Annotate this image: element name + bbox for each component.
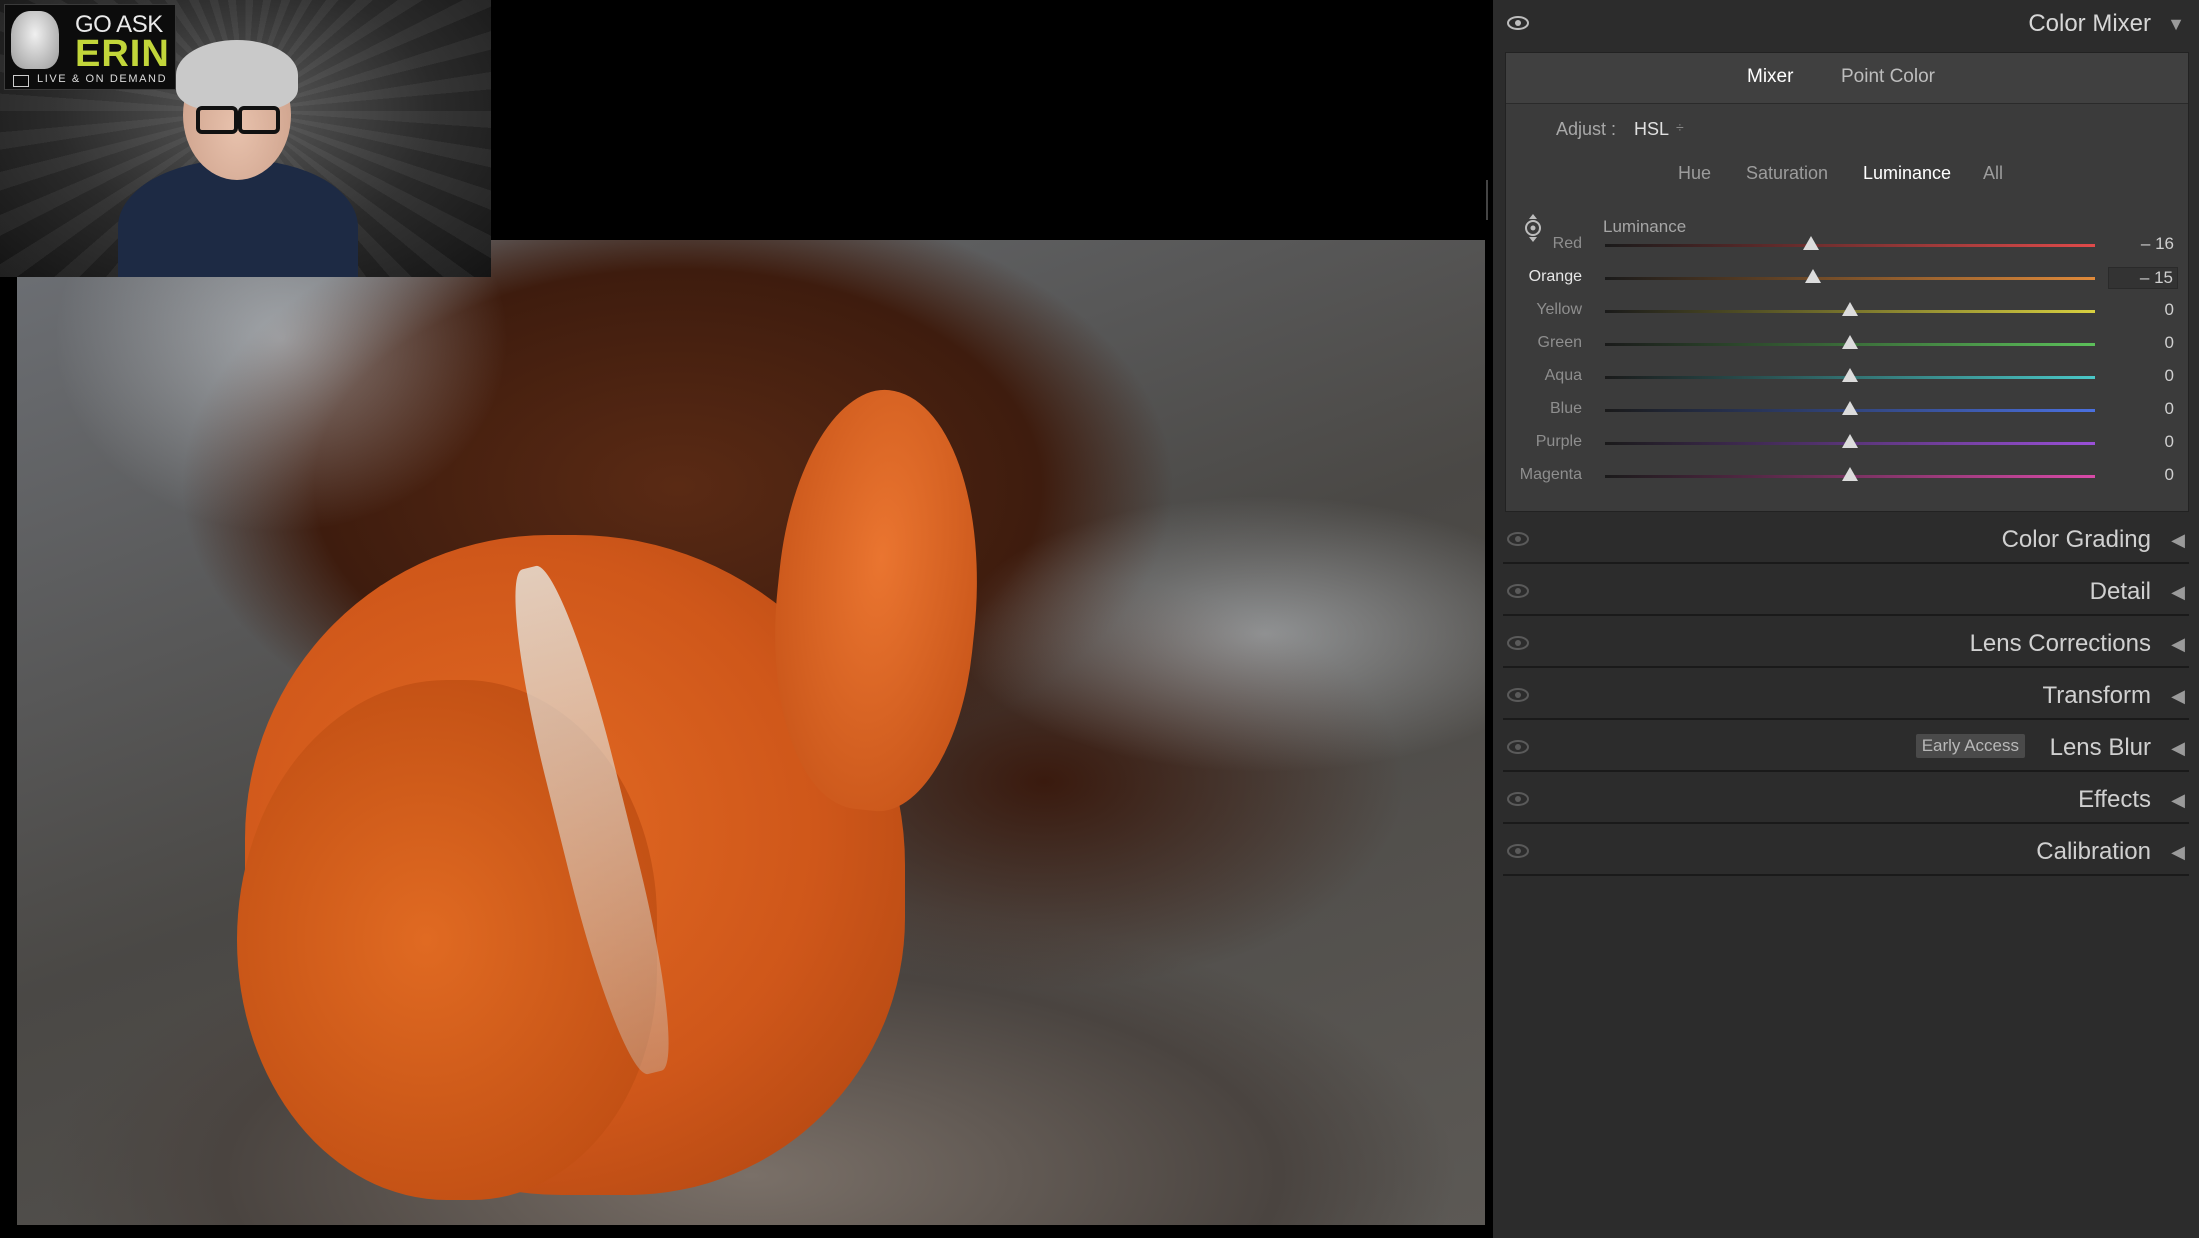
section-title: Lens Corrections bbox=[1969, 630, 2151, 657]
eye-icon[interactable] bbox=[1507, 636, 1529, 650]
eye-icon[interactable] bbox=[1507, 584, 1529, 598]
section-header-detail[interactable]: Detail ◀ bbox=[1493, 568, 2199, 616]
section-divider bbox=[1503, 718, 2189, 720]
section-divider bbox=[1503, 874, 2189, 876]
expand-arrow-icon[interactable]: ◀ bbox=[2171, 634, 2185, 655]
channel-logo: GO ASK ERIN LIVE & ON DEMAND bbox=[4, 4, 176, 90]
slider-label: Red bbox=[1552, 235, 1582, 252]
section-divider bbox=[1503, 770, 2189, 772]
presenter-hair bbox=[176, 40, 298, 110]
section-header-calibration[interactable]: Calibration ◀ bbox=[1493, 828, 2199, 876]
logo-text-main: ERIN bbox=[75, 33, 170, 75]
slider-label: Magenta bbox=[1519, 466, 1582, 483]
eye-icon[interactable] bbox=[1507, 740, 1529, 754]
slider-row-orange: Orange – 15 bbox=[1506, 264, 2188, 297]
expand-arrow-icon[interactable]: ◀ bbox=[2171, 842, 2185, 863]
section-title: Effects bbox=[2078, 786, 2151, 813]
slider-row-blue: Blue 0 bbox=[1506, 396, 2188, 429]
collapse-arrow-icon[interactable]: ▼ bbox=[2167, 14, 2185, 35]
slider-thumb[interactable] bbox=[1842, 335, 1858, 349]
panel-divider bbox=[1486, 180, 1488, 220]
slider-thumb[interactable] bbox=[1842, 401, 1858, 415]
slider-value[interactable]: 0 bbox=[2114, 465, 2174, 485]
slider-thumb[interactable] bbox=[1842, 302, 1858, 316]
section-title: Lens Blur bbox=[2049, 734, 2151, 761]
section-header-lens-blur[interactable]: Lens Blur ◀ Early Access bbox=[1493, 724, 2199, 772]
slider-label: Blue bbox=[1549, 400, 1582, 417]
eye-icon[interactable] bbox=[1507, 16, 1529, 30]
slider-value[interactable]: – 15 bbox=[2108, 267, 2178, 289]
chevron-down-icon[interactable]: ÷ bbox=[1676, 119, 1684, 135]
slider-row-green: Green 0 bbox=[1506, 330, 2188, 363]
slider-value[interactable]: 0 bbox=[2114, 300, 2174, 320]
slider-row-magenta: Magenta 0 bbox=[1506, 462, 2188, 495]
subtab-all[interactable]: All bbox=[1983, 163, 2003, 184]
section-divider bbox=[1503, 822, 2189, 824]
slider-thumb[interactable] bbox=[1842, 368, 1858, 382]
slider-row-red: Red – 16 bbox=[1506, 231, 2188, 264]
subtab-hue[interactable]: Hue bbox=[1678, 163, 1711, 184]
eye-icon[interactable] bbox=[1507, 532, 1529, 546]
slider-thumb[interactable] bbox=[1805, 269, 1822, 283]
eye-icon[interactable] bbox=[1507, 844, 1529, 858]
slider-value[interactable]: 0 bbox=[2114, 366, 2174, 386]
tab-mixer[interactable]: Mixer bbox=[1747, 66, 1793, 88]
eye-icon[interactable] bbox=[1507, 792, 1529, 806]
play-icon bbox=[13, 75, 29, 87]
frogfish-photo bbox=[17, 240, 1485, 1225]
color-mixer-content: Mixer Point Color Adjust : HSL ÷ Hue Sat… bbox=[1505, 52, 2189, 512]
logo-mascot-icon bbox=[11, 11, 59, 69]
slider-thumb[interactable] bbox=[1802, 236, 1819, 250]
expand-arrow-icon[interactable]: ◀ bbox=[2171, 790, 2185, 811]
slider-value[interactable]: 0 bbox=[2114, 333, 2174, 353]
slider-value[interactable]: 0 bbox=[2114, 432, 2174, 452]
subtab-luminance[interactable]: Luminance bbox=[1863, 163, 1951, 184]
section-title: Detail bbox=[2089, 578, 2151, 605]
webcam-overlay: GO ASK ERIN LIVE & ON DEMAND bbox=[0, 0, 491, 277]
expand-arrow-icon[interactable]: ◀ bbox=[2171, 738, 2185, 759]
slider-track[interactable] bbox=[1605, 277, 2095, 280]
slider-label: Green bbox=[1537, 334, 1582, 351]
slider-row-purple: Purple 0 bbox=[1506, 429, 2188, 462]
adjust-label: Adjust : bbox=[1556, 119, 1617, 139]
early-access-badge: Early Access bbox=[1915, 734, 2025, 758]
slider-track[interactable] bbox=[1605, 244, 2095, 247]
slider-value[interactable]: 0 bbox=[2114, 399, 2174, 419]
section-header-transform[interactable]: Transform ◀ bbox=[1493, 672, 2199, 720]
section-title: Calibration bbox=[2036, 838, 2151, 865]
section-title: Color Grading bbox=[2001, 526, 2151, 553]
section-title: Color Mixer bbox=[2028, 10, 2151, 37]
section-header-color-grading[interactable]: Color Grading ◀ bbox=[1493, 516, 2199, 564]
section-header-lens-corrections[interactable]: Lens Corrections ◀ bbox=[1493, 620, 2199, 668]
section-divider bbox=[1503, 666, 2189, 668]
slider-label: Yellow bbox=[1536, 301, 1582, 318]
section-header-color-mixer[interactable]: Color Mixer ▼ bbox=[1493, 0, 2199, 48]
eye-icon[interactable] bbox=[1507, 688, 1529, 702]
slider-row-yellow: Yellow 0 bbox=[1506, 297, 2188, 330]
slider-label: Purple bbox=[1535, 433, 1582, 450]
tab-point-color[interactable]: Point Color bbox=[1841, 66, 1935, 88]
slider-label: Aqua bbox=[1544, 367, 1582, 384]
develop-panel: Color Mixer ▼ Mixer Point Color Adjust :… bbox=[1493, 0, 2199, 1238]
section-divider bbox=[1503, 562, 2189, 564]
expand-arrow-icon[interactable]: ◀ bbox=[2171, 686, 2185, 707]
slider-thumb[interactable] bbox=[1842, 434, 1858, 448]
slider-label: Orange bbox=[1528, 268, 1582, 285]
logo-tagline: LIVE & ON DEMAND bbox=[37, 73, 168, 85]
slider-value[interactable]: – 16 bbox=[2114, 234, 2174, 254]
expand-arrow-icon[interactable]: ◀ bbox=[2171, 582, 2185, 603]
mixer-tabbar: Mixer Point Color bbox=[1506, 53, 2188, 104]
section-divider bbox=[1503, 614, 2189, 616]
subtab-saturation[interactable]: Saturation bbox=[1746, 163, 1828, 184]
presenter-glasses bbox=[196, 106, 280, 134]
section-header-effects[interactable]: Effects ◀ bbox=[1493, 776, 2199, 824]
section-title: Transform bbox=[2042, 682, 2151, 709]
slider-row-aqua: Aqua 0 bbox=[1506, 363, 2188, 396]
slider-thumb[interactable] bbox=[1842, 467, 1858, 481]
expand-arrow-icon[interactable]: ◀ bbox=[2171, 530, 2185, 551]
adjust-select[interactable]: HSL bbox=[1634, 119, 1669, 140]
